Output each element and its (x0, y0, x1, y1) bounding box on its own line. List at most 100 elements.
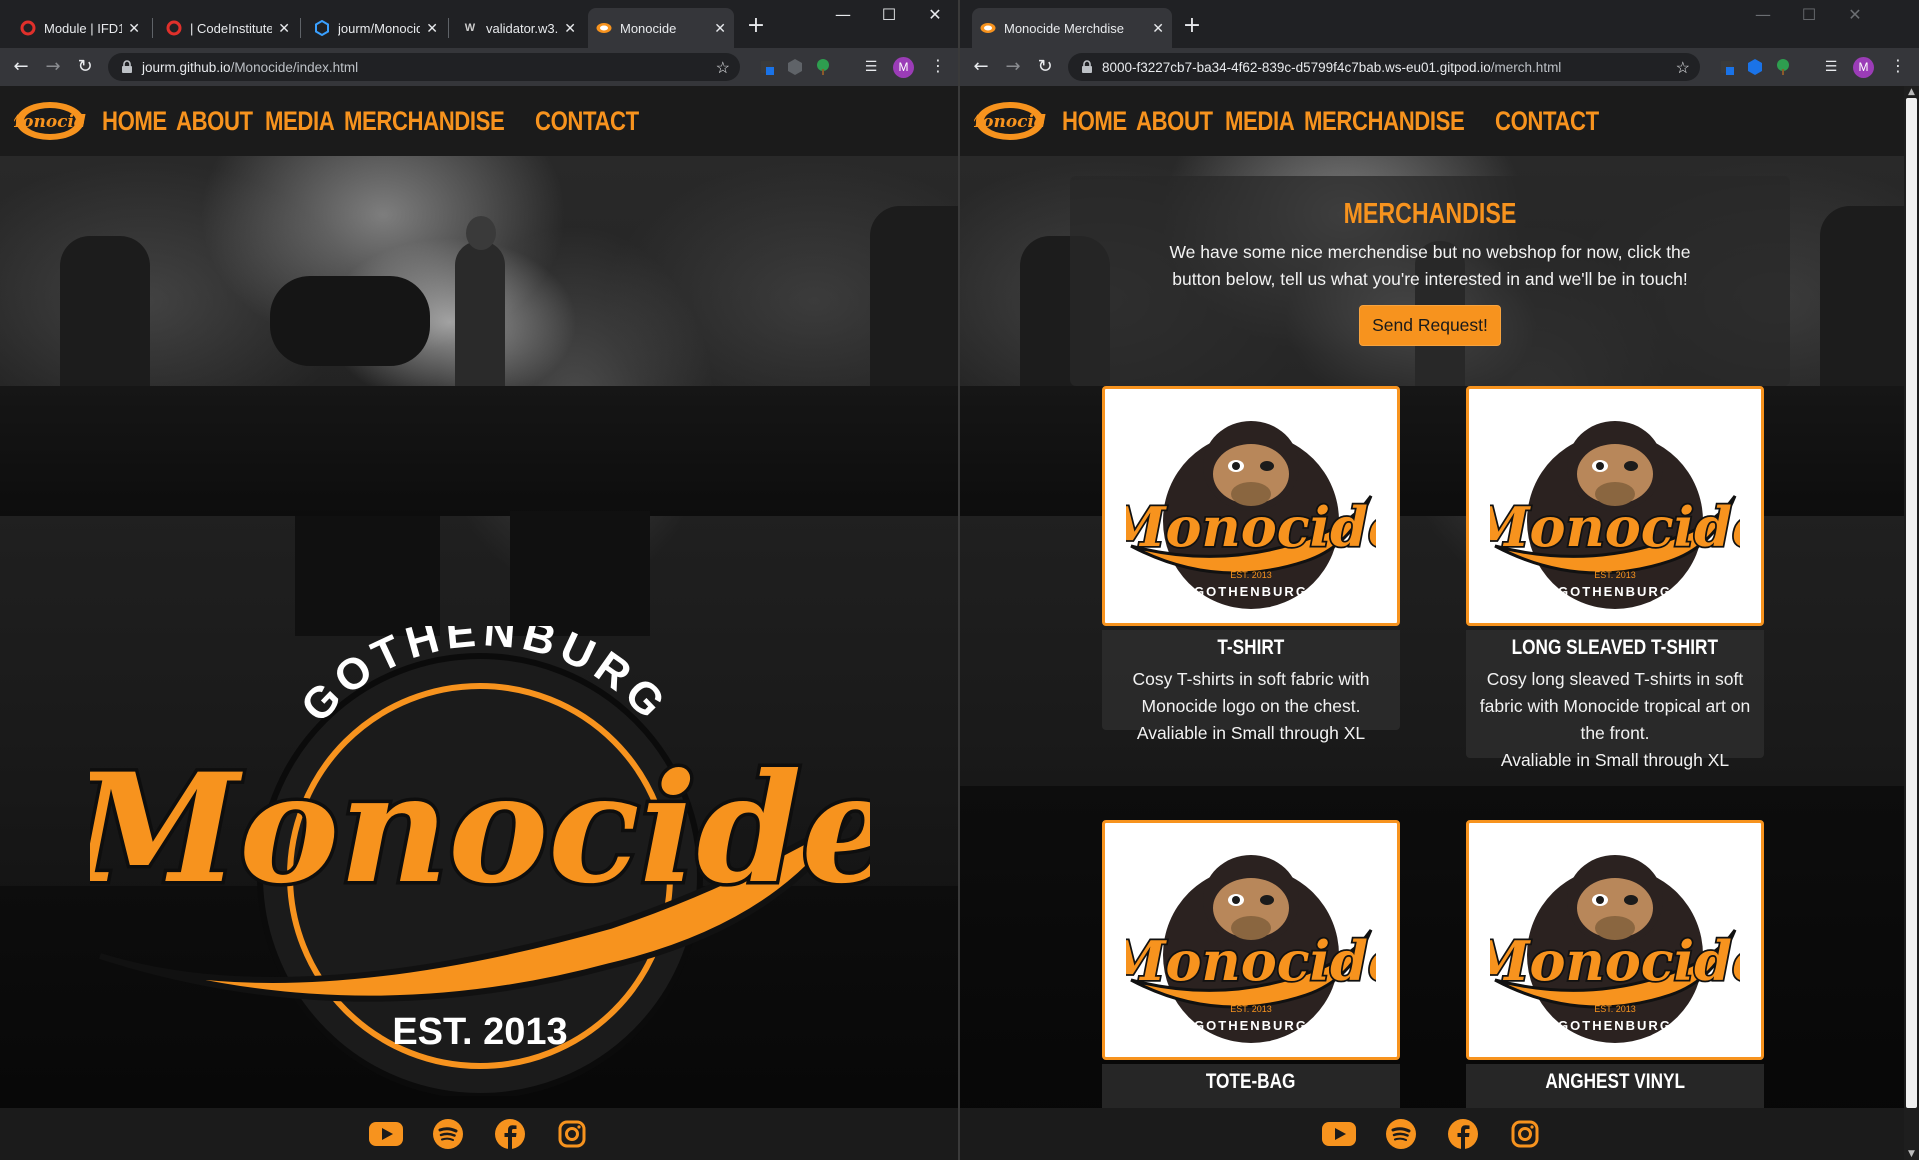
nav-merchandise[interactable]: MERCHANDISE (1304, 106, 1465, 137)
hero-monocide-logo: GOTHENBURG Monocide EST. 2013 (90, 626, 870, 1096)
gitpod-icon (314, 20, 330, 36)
nav-contact[interactable]: CONTACT (535, 106, 639, 137)
profile-avatar[interactable]: M (1853, 57, 1874, 78)
new-tab-button[interactable]: + (1178, 12, 1206, 40)
nav-contact[interactable]: CONTACT (1495, 106, 1599, 137)
monocide-nav-logo[interactable]: Monocide (14, 100, 86, 142)
nav-merchandise[interactable]: MERCHANDISE (344, 106, 505, 137)
tab-module[interactable]: Module | IFD10 ✕ (12, 8, 148, 48)
tab-validator[interactable]: W validator.w3.org ✕ (454, 8, 584, 48)
tab-label: Monocide Merchdise (1004, 20, 1124, 36)
browser-window-right: Monocide Merchdise ✕ + — ☐ ✕ ← → ↻ 8000-… (960, 0, 1919, 1160)
tab-strip: Module | IFD10 ✕ | CodeInstitute ✕ jourm… (0, 0, 958, 48)
monocide-favicon (980, 20, 996, 36)
youtube-icon[interactable] (368, 1116, 404, 1152)
back-icon[interactable]: ← (968, 54, 994, 80)
gorilla-logo-image: Monocide EST. 2013 GOTHENBURG (1490, 855, 1740, 1043)
youtube-icon[interactable] (1321, 1116, 1357, 1152)
minimize-button[interactable]: — (1740, 0, 1786, 32)
reading-list-icon[interactable]: ☰ (1818, 54, 1844, 80)
bookmark-star-icon[interactable]: ☆ (716, 58, 730, 78)
svg-text:Monocide: Monocide (1490, 929, 1740, 993)
nav-home[interactable]: HOME (1062, 106, 1127, 137)
tree-extension-icon[interactable] (814, 58, 832, 76)
tab-label: Monocide (620, 20, 677, 36)
facebook-icon[interactable] (1445, 1116, 1481, 1152)
facebook-icon[interactable] (492, 1116, 528, 1152)
close-icon[interactable]: ✕ (278, 20, 290, 37)
close-icon[interactable]: ✕ (128, 20, 140, 37)
new-tab-button[interactable]: + (742, 12, 770, 40)
svg-text:EST. 2013: EST. 2013 (1594, 570, 1636, 580)
reading-list-icon[interactable]: ☰ (858, 54, 884, 80)
gorilla-logo-image: Monocide EST. 2013 GOTHENBURG (1126, 855, 1376, 1043)
merch-image-tshirt: Monocide EST. 2013 GOTHENBURG (1102, 386, 1400, 626)
close-icon[interactable]: ✕ (426, 20, 438, 37)
forward-icon[interactable]: → (40, 54, 66, 80)
minimize-button[interactable]: — (820, 0, 866, 32)
merch-image-longsleeve: Monocide EST. 2013 GOTHENBURG (1466, 386, 1764, 626)
instagram-icon[interactable] (1507, 1116, 1543, 1152)
extension-icon[interactable] (1718, 58, 1736, 76)
merch-item-title: ANGHEST VINYL (1545, 1070, 1685, 1093)
nav-media[interactable]: MEDIA (1225, 106, 1295, 137)
nav-home[interactable]: HOME (102, 106, 167, 137)
tree-extension-icon[interactable] (1774, 58, 1792, 76)
merch-item-title: TOTE-BAG (1206, 1070, 1296, 1093)
site-footer (960, 1108, 1904, 1160)
instagram-icon[interactable] (554, 1116, 590, 1152)
close-window-button[interactable]: ✕ (1832, 0, 1878, 32)
maximize-button[interactable]: ☐ (1786, 0, 1832, 32)
close-window-button[interactable]: ✕ (912, 0, 958, 32)
spotify-icon[interactable] (430, 1116, 466, 1152)
nav-media[interactable]: MEDIA (265, 106, 335, 137)
close-icon[interactable]: ✕ (564, 20, 576, 37)
extension-icon[interactable] (758, 58, 776, 76)
menu-kebab-icon[interactable]: ⋮ (1890, 56, 1906, 75)
address-toolbar: ← → ↻ jourm.github.io/Monocide/index.htm… (0, 48, 958, 86)
svg-text:EST. 2013: EST. 2013 (1230, 1004, 1272, 1014)
close-icon[interactable]: ✕ (1152, 20, 1164, 37)
monocide-nav-logo[interactable]: Monocide (974, 100, 1046, 142)
lock-icon (122, 60, 132, 73)
forward-icon[interactable]: → (1000, 54, 1026, 80)
send-request-button[interactable]: Send Request! (1359, 305, 1501, 346)
svg-text:GOTHENBURG: GOTHENBURG (1558, 584, 1672, 599)
merch-image-vinyl: Monocide EST. 2013 GOTHENBURG (1466, 820, 1764, 1060)
bookmark-star-icon[interactable]: ☆ (1676, 58, 1690, 78)
shield-extension-icon[interactable] (786, 58, 804, 76)
profile-avatar[interactable]: M (893, 57, 914, 78)
gitpod-extension-icon[interactable] (1746, 58, 1764, 76)
merch-item-title: LONG SLEAVED T-SHIRT (1511, 636, 1719, 659)
svg-text:Monocide: Monocide (1490, 495, 1740, 559)
menu-kebab-icon[interactable]: ⋮ (930, 56, 946, 75)
nav-about[interactable]: ABOUT (176, 106, 253, 137)
scroll-down-icon[interactable]: ▼ (1906, 1148, 1917, 1160)
tab-label: validator.w3.org (486, 20, 559, 36)
maximize-button[interactable]: ☐ (866, 0, 912, 32)
reload-icon[interactable]: ↻ (72, 54, 98, 80)
back-icon[interactable]: ← (8, 54, 34, 80)
reload-icon[interactable]: ↻ (1032, 54, 1058, 80)
spotify-icon[interactable] (1383, 1116, 1419, 1152)
url-host: jourm.github.io (142, 59, 231, 75)
scroll-up-icon[interactable]: ▲ (1906, 86, 1917, 98)
tab-monocide[interactable]: Monocide ✕ (588, 8, 734, 48)
tab-gitpod[interactable]: jourm/Monocide ✕ (306, 8, 446, 48)
svg-text:EST. 2013: EST. 2013 (392, 1011, 567, 1053)
lock-icon (1082, 60, 1092, 73)
svg-text:EST. 2013: EST. 2013 (1594, 1004, 1636, 1014)
merch-image-totebag: Monocide EST. 2013 GOTHENBURG (1102, 820, 1400, 1060)
scroll-thumb[interactable] (1906, 98, 1917, 1108)
merch-card-tshirt: T-SHIRT Cosy T-shirts in soft fabric wit… (1102, 630, 1400, 743)
nav-about[interactable]: ABOUT (1136, 106, 1213, 137)
tab-monocide-merch[interactable]: Monocide Merchdise ✕ (972, 8, 1172, 48)
address-bar[interactable]: jourm.github.io/Monocide/index.html ☆ (108, 53, 740, 81)
svg-text:Monocide: Monocide (90, 741, 870, 917)
close-icon[interactable]: ✕ (714, 20, 726, 37)
url-path: /merch.html (1490, 59, 1562, 75)
browser-window-left: Module | IFD10 ✕ | CodeInstitute ✕ jourm… (0, 0, 958, 1160)
tab-codeinstitute[interactable]: | CodeInstitute ✕ (158, 8, 298, 48)
address-bar[interactable]: 8000-f3227cb7-ba34-4f62-839c-d5799f4c7ba… (1068, 53, 1700, 81)
page-scrollbar[interactable]: ▲ ▼ (1904, 86, 1919, 1160)
